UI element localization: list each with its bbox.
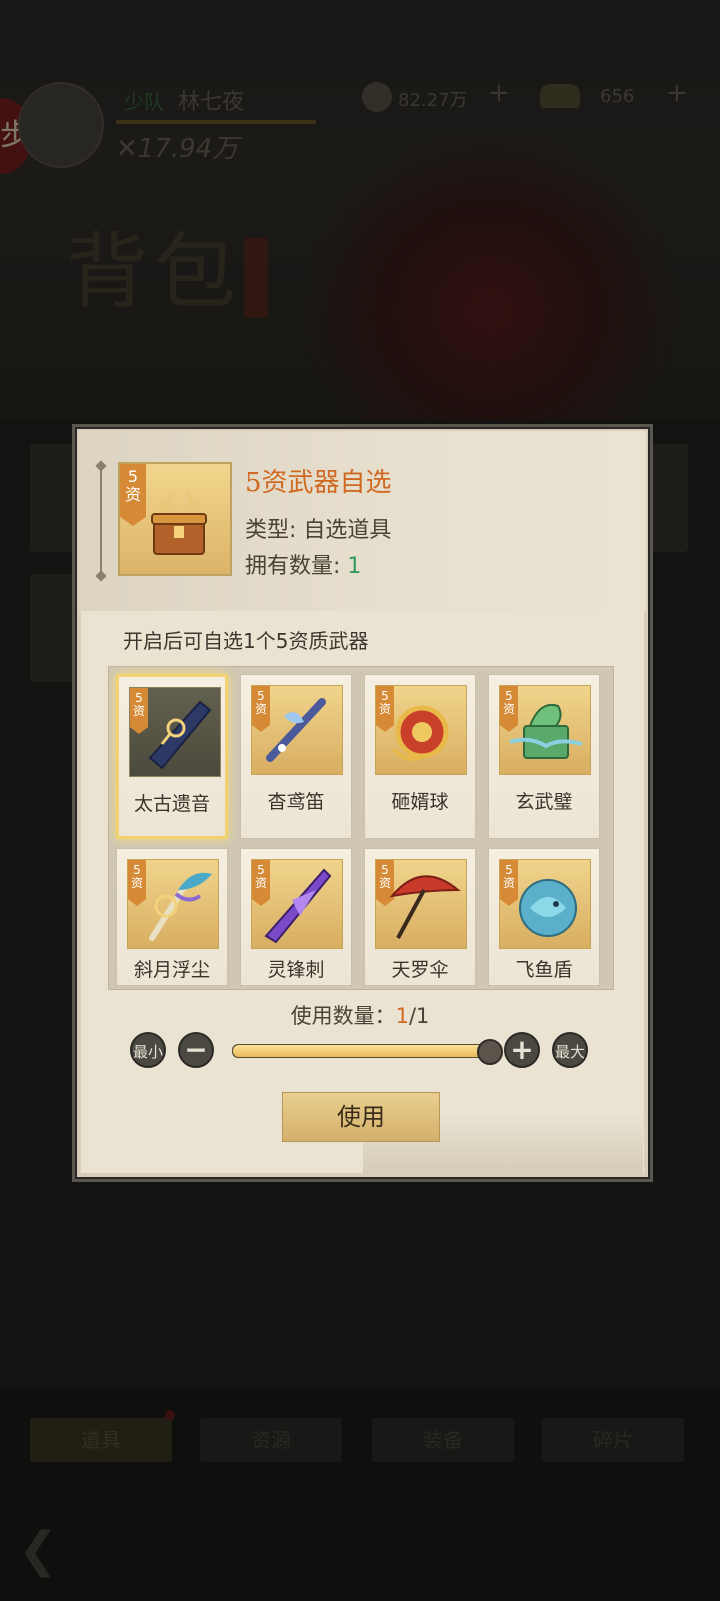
weapon-option[interactable]: 5资 玄武璧 — [488, 674, 600, 839]
guqin-shape — [148, 700, 212, 770]
weapon-taigu-icon: 5资 — [129, 687, 221, 777]
fish-shield-shape — [519, 879, 577, 937]
item-owned-count: 拥有数量: 1 — [245, 548, 361, 580]
weapon-name: 杳鸢笛 — [267, 791, 325, 813]
chest-icon — [151, 490, 207, 555]
weapon-name: 玄武璧 — [515, 791, 573, 813]
jade-shape — [509, 704, 583, 759]
decrease-button[interactable]: − — [178, 1032, 214, 1068]
owned-label: 拥有数量: — [245, 554, 348, 579]
weapon-shield-icon: 5资 — [499, 859, 591, 949]
weapon-ball-icon: 5资 — [375, 685, 467, 775]
umbrella-shape — [389, 875, 461, 939]
weapon-name: 太古遗音 — [133, 793, 210, 815]
use-button[interactable]: 使用 — [282, 1092, 440, 1142]
item-title: 5资武器自选 — [245, 468, 392, 498]
weapon-option[interactable]: 5资 砸婿球 — [364, 674, 476, 839]
increase-button[interactable]: + — [504, 1032, 540, 1068]
dagger-shape — [264, 868, 332, 944]
item-description: 开启后可自选1个5资质武器 — [123, 629, 369, 653]
weapon-option[interactable]: 5资 杳鸢笛 — [240, 674, 352, 839]
whisk-shape — [149, 872, 212, 941]
use-count-total: /1 — [408, 1004, 430, 1028]
weapon-dagger-icon: 5资 — [251, 859, 343, 949]
weapon-umbrella-icon: 5资 — [375, 859, 467, 949]
use-count-current: 1 — [395, 1004, 409, 1028]
use-count-label: 使用数量： — [290, 1004, 396, 1028]
weapon-whisk-icon: 5资 — [127, 859, 219, 949]
max-button[interactable]: 最大 — [552, 1032, 588, 1068]
weapon-name: 天罗伞 — [391, 959, 449, 981]
weapon-option[interactable]: 5资 飞鱼盾 — [488, 848, 600, 986]
weapon-option[interactable]: 5资 太古遗音 — [116, 674, 228, 839]
item-type: 类型: 自选道具 — [245, 518, 392, 543]
flute-shape — [266, 698, 326, 762]
item-chest-icon: 5资 — [118, 462, 232, 576]
slider-handle[interactable] — [477, 1039, 503, 1065]
use-count: 使用数量：1/1 — [0, 1000, 720, 1030]
quantity-slider[interactable] — [232, 1044, 488, 1058]
weapon-flute-icon: 5资 — [251, 685, 343, 775]
weapon-option[interactable]: 5资 斜月浮尘 — [116, 848, 228, 986]
weapon-option[interactable]: 5资 天罗伞 — [364, 848, 476, 986]
ball-shape — [392, 705, 449, 761]
weapon-name: 灵锋刺 — [267, 959, 325, 981]
header-divider — [100, 464, 102, 576]
weapon-jade-icon: 5资 — [499, 685, 591, 775]
weapon-name: 飞鱼盾 — [515, 959, 573, 981]
weapon-name: 斜月浮尘 — [133, 959, 210, 981]
slider-fill — [233, 1045, 487, 1057]
rank-badge: 5资 — [120, 464, 146, 526]
weapon-option[interactable]: 5资 灵锋刺 — [240, 848, 352, 986]
owned-value: 1 — [347, 554, 362, 579]
weapon-name: 砸婿球 — [391, 791, 449, 813]
min-button[interactable]: 最小 — [130, 1032, 166, 1068]
